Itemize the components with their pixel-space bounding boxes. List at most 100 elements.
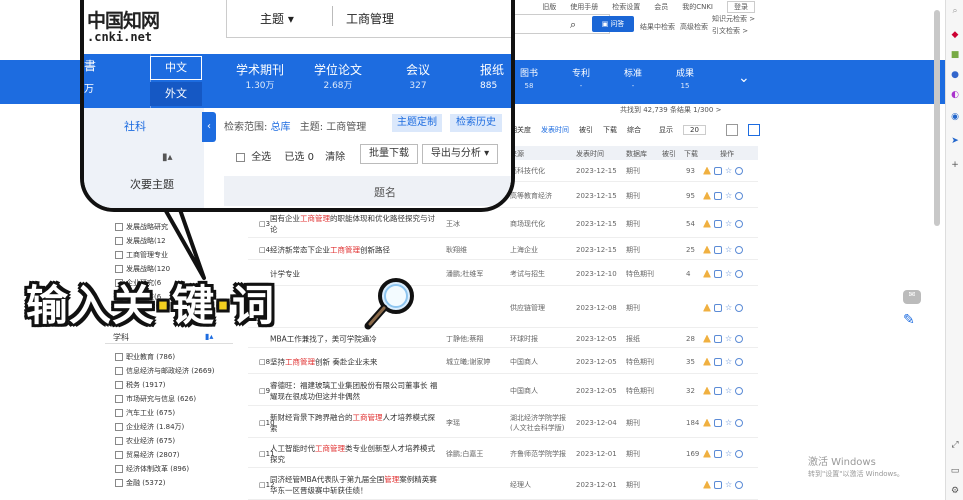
read-icon[interactable] bbox=[714, 166, 722, 175]
nav-tab-books[interactable]: 图书 58 bbox=[520, 68, 538, 92]
read-icon[interactable] bbox=[714, 357, 722, 366]
download-icon[interactable] bbox=[703, 386, 711, 395]
table-row[interactable]: □9 睿德旺：福建玻璃工业集团股份有限公司董事长 福耀现在很成功但这并非偶然 中国商… bbox=[248, 376, 758, 406]
select-all-checkbox[interactable] bbox=[236, 152, 245, 162]
quote-icon[interactable] bbox=[735, 480, 744, 489]
quote-icon[interactable] bbox=[735, 303, 744, 312]
row-title-link[interactable]: 同济经管MBA代表队于第九届全国管理案例精英赛华东一区晋级赛中斩获佳绩！ bbox=[270, 474, 440, 496]
row-source[interactable]: 齐鲁师范学院学报 bbox=[510, 449, 572, 459]
login-link[interactable]: 登录 bbox=[727, 1, 755, 13]
topbar-link-manual[interactable]: 使用手册 bbox=[570, 2, 598, 12]
settings-icon[interactable]: ⚙ bbox=[950, 486, 960, 496]
topbar-link-settings[interactable]: 检索设置 bbox=[612, 2, 640, 12]
table-row[interactable]: □3 国有企业工商管理的职能体现和优化路径探究与讨论 王冰 商场现代化 2023-12-… bbox=[248, 210, 758, 238]
sort-download[interactable]: 下载 bbox=[603, 125, 617, 135]
star-icon[interactable]: ☆ bbox=[725, 418, 732, 427]
row-author[interactable]: 王冰 bbox=[446, 219, 506, 229]
cnki-logo[interactable]: 中国知网 bbox=[87, 6, 160, 33]
row-author[interactable]: 城立曦;谢家婷 bbox=[446, 357, 506, 367]
download-icon[interactable] bbox=[703, 269, 711, 278]
search-icon[interactable]: ⌕ bbox=[950, 6, 960, 16]
row-source[interactable]: 供应链管理 bbox=[510, 303, 572, 313]
download-icon[interactable] bbox=[703, 166, 711, 175]
search-history-button[interactable]: 检索历史 bbox=[450, 114, 502, 132]
row-source[interactable]: 湖北经济学院学报(人文社会科学版) bbox=[510, 413, 572, 433]
quote-icon[interactable] bbox=[735, 191, 744, 200]
expand-icon[interactable]: ⤢ bbox=[950, 440, 960, 450]
download-icon[interactable] bbox=[703, 191, 711, 200]
read-icon[interactable] bbox=[714, 191, 722, 200]
row-source[interactable]: 上海企业 bbox=[510, 245, 572, 255]
subject-filter-option[interactable]: 贸易经济 (2807) bbox=[115, 450, 180, 460]
table-row[interactable]: 供应链管理 2023-12-08 期刊 ☆ bbox=[248, 288, 758, 328]
pen-icon[interactable]: ✎ bbox=[903, 312, 915, 328]
tag-icon[interactable]: ◆ bbox=[950, 30, 960, 40]
col-date[interactable]: 发表时间 bbox=[576, 149, 604, 159]
batch-download-button[interactable]: 批量下载 bbox=[360, 144, 418, 164]
read-icon[interactable] bbox=[714, 386, 722, 395]
quote-icon[interactable] bbox=[735, 357, 744, 366]
col-cited[interactable]: 被引 bbox=[662, 149, 676, 159]
table-row[interactable]: □4 经济新常态下企业工商管理创新路径 耿翔维 上海企业 2023-12-15 期刊 25 ☆ bbox=[248, 240, 758, 260]
download-icon[interactable] bbox=[703, 245, 711, 254]
lang-foreign-tab[interactable]: 外文 bbox=[150, 82, 202, 106]
quote-icon[interactable] bbox=[735, 269, 744, 278]
row-author[interactable]: 丁静他;蔡翔 bbox=[446, 334, 506, 344]
read-icon[interactable] bbox=[714, 334, 722, 343]
row-source[interactable]: 环球时报 bbox=[510, 334, 572, 344]
bar-chart-icon[interactable]: ▮▴ bbox=[162, 152, 173, 163]
row-author[interactable]: 李瑶 bbox=[446, 418, 506, 428]
quote-icon[interactable] bbox=[735, 449, 744, 458]
star-icon[interactable]: ☆ bbox=[725, 166, 732, 175]
row-source[interactable]: 中国商人 bbox=[510, 357, 572, 367]
subject-filter-option[interactable]: 经济体制改革 (896) bbox=[115, 464, 189, 474]
row-author[interactable]: 耿翔维 bbox=[446, 245, 506, 255]
collapse-panel-button[interactable]: ‹ bbox=[202, 112, 216, 142]
search-in-results-link[interactable]: 结果中检索 bbox=[640, 22, 675, 32]
scrollbar[interactable] bbox=[934, 10, 940, 226]
table-row[interactable]: □10 新财经背景下跨界融合的工商管理人才培养模式探索 李瑶 湖北经济学院学报(人文社… bbox=[248, 408, 758, 438]
table-row[interactable]: MBA工作兼找了，美可学院通冷 丁静他;蔡翔 环球时报 2023-12-05 报纸 28 ☆ bbox=[248, 330, 758, 348]
read-icon[interactable] bbox=[714, 418, 722, 427]
nav-tab-patents[interactable]: 专利 - bbox=[572, 68, 590, 92]
star-icon[interactable]: ☆ bbox=[725, 357, 732, 366]
subject-filter-option[interactable]: 农业经济 (675) bbox=[115, 436, 175, 446]
star-icon[interactable]: ☆ bbox=[725, 191, 732, 200]
social-science-tab[interactable]: 社科 bbox=[124, 118, 146, 134]
clear-link[interactable]: 清除 bbox=[325, 152, 345, 163]
subject-filter-option[interactable]: 信息经济与邮政经济 (2669) bbox=[115, 366, 215, 376]
topbar-link-member[interactable]: 会员 bbox=[654, 2, 668, 12]
tab-journals[interactable]: 学术期刊 1.30万 bbox=[236, 62, 284, 94]
table-row[interactable]: □8 坚持工商管理创新 奏赴企业未来 城立曦;谢家婷 中国商人 2023-12-05 特色… bbox=[248, 350, 758, 374]
outlook-icon[interactable]: ◉ bbox=[950, 112, 960, 122]
feedback-icon[interactable]: ✉ bbox=[903, 290, 921, 304]
row-title-link[interactable]: 国有企业工商管理的职能体现和优化路径探究与讨论 bbox=[270, 213, 440, 235]
download-icon[interactable] bbox=[703, 449, 711, 458]
read-icon[interactable] bbox=[714, 219, 722, 228]
topic-custom-button[interactable]: 主题定制 bbox=[392, 114, 442, 132]
sort-cited[interactable]: 被引 bbox=[579, 125, 593, 135]
row-index[interactable]: □3 bbox=[259, 220, 270, 228]
row-index[interactable]: □9 bbox=[259, 387, 270, 395]
secondary-topic-label[interactable]: 次要主题 bbox=[130, 176, 174, 192]
star-icon[interactable]: ☆ bbox=[725, 219, 732, 228]
star-icon[interactable]: ☆ bbox=[725, 269, 732, 278]
export-analyze-button[interactable]: 导出与分析 ▾ bbox=[422, 144, 498, 164]
quote-icon[interactable] bbox=[735, 334, 744, 343]
row-source[interactable]: 高等教育经济 bbox=[510, 191, 572, 201]
search-icon[interactable]: ⌕ bbox=[570, 18, 576, 32]
quote-icon[interactable] bbox=[735, 219, 744, 228]
subject-filter-option[interactable]: 企业经济 (1.84万) bbox=[115, 422, 184, 432]
list-view-icon[interactable] bbox=[747, 124, 760, 136]
select-all-label[interactable]: 全选 bbox=[251, 152, 271, 163]
download-icon[interactable] bbox=[703, 418, 711, 427]
search-query-input[interactable]: 工商管理 bbox=[346, 10, 394, 27]
quote-icon[interactable] bbox=[735, 386, 744, 395]
read-icon[interactable] bbox=[714, 303, 722, 312]
add-icon[interactable]: + bbox=[950, 160, 960, 170]
sort-composite[interactable]: 综合 bbox=[627, 125, 641, 135]
row-index[interactable]: □4 bbox=[259, 246, 270, 254]
col-title[interactable]: 题名 bbox=[374, 184, 396, 200]
knowledge-search-link[interactable]: 知识元检索 > bbox=[712, 14, 755, 24]
page-size-select[interactable]: 20 bbox=[683, 125, 706, 135]
